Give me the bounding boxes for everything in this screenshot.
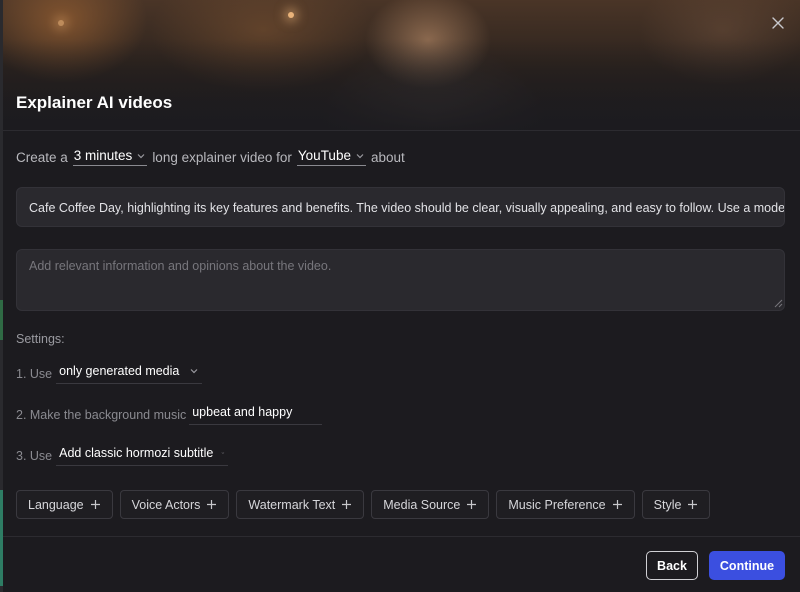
prompt-suffix: about xyxy=(370,149,405,165)
modal-title: Explainer AI videos xyxy=(16,93,173,112)
chevron-down-icon xyxy=(356,153,364,158)
back-button[interactable]: Back xyxy=(646,551,698,580)
chip-label: Language xyxy=(28,497,84,512)
setting-music-row: 2. Make the background music upbeat and … xyxy=(16,405,323,425)
topic-input[interactable]: Cafe Coffee Day, highlighting its key fe… xyxy=(16,187,785,227)
duration-dropdown[interactable]: 3 minutes xyxy=(72,148,148,166)
chip-label: Voice Actors xyxy=(131,497,201,512)
music-input[interactable]: upbeat and happy xyxy=(189,405,323,425)
setting-subtitle-row: 3. Use Add classic hormozi subtitle xyxy=(16,446,229,466)
setting-subtitle-prefix: 3. Use xyxy=(16,449,53,463)
duration-value: 3 minutes xyxy=(73,148,133,163)
subtitle-select-value: Add classic hormozi subtitle xyxy=(59,446,214,460)
plus-icon xyxy=(90,500,100,509)
subtitle-select[interactable]: Add classic hormozi subtitle xyxy=(56,446,229,466)
media-source-chip[interactable]: Media Source xyxy=(371,490,490,519)
media-select[interactable]: only generated media xyxy=(56,364,203,384)
header-divider xyxy=(3,130,800,131)
chip-label: Media Source xyxy=(383,497,461,512)
language-chip[interactable]: Language xyxy=(16,490,113,519)
chevron-down-icon xyxy=(221,452,225,454)
media-select-value: only generated media xyxy=(59,364,180,378)
option-chips: Language Voice Actors Watermark Text Med… xyxy=(16,490,711,519)
resize-handle-icon[interactable] xyxy=(774,299,783,308)
plus-icon xyxy=(688,500,698,509)
continue-button[interactable]: Continue xyxy=(709,551,785,580)
voice-actors-chip[interactable]: Voice Actors xyxy=(119,490,230,519)
music-preference-chip[interactable]: Music Preference xyxy=(496,490,635,519)
settings-label: Settings: xyxy=(16,332,65,346)
chevron-down-icon xyxy=(190,369,198,374)
chevron-down-icon xyxy=(137,153,145,158)
setting-media-row: 1. Use only generated media xyxy=(16,364,203,384)
setting-music-prefix: 2. Make the background music xyxy=(16,408,187,422)
chip-label: Music Preference xyxy=(508,497,606,512)
plus-icon xyxy=(342,500,352,509)
prompt-middle: long explainer video for xyxy=(152,149,292,165)
platform-dropdown[interactable]: YouTube xyxy=(296,148,366,166)
style-chip[interactable]: Style xyxy=(641,490,711,519)
plus-icon xyxy=(207,500,217,509)
close-icon[interactable] xyxy=(769,14,787,32)
platform-value: YouTube xyxy=(297,148,351,163)
prompt-prefix: Create a xyxy=(16,149,68,165)
chip-label: Watermark Text xyxy=(248,497,336,512)
plus-icon xyxy=(467,500,477,509)
watermark-text-chip[interactable]: Watermark Text xyxy=(236,490,365,519)
info-textarea[interactable] xyxy=(16,249,785,311)
chip-label: Style xyxy=(653,497,682,512)
footer-divider xyxy=(3,536,800,537)
setting-media-prefix: 1. Use xyxy=(16,367,53,381)
explainer-modal: Explainer AI videos Create a 3 minutes l… xyxy=(3,0,800,592)
plus-icon xyxy=(612,500,622,509)
prompt-sentence: Create a 3 minutes long explainer video … xyxy=(16,148,405,166)
